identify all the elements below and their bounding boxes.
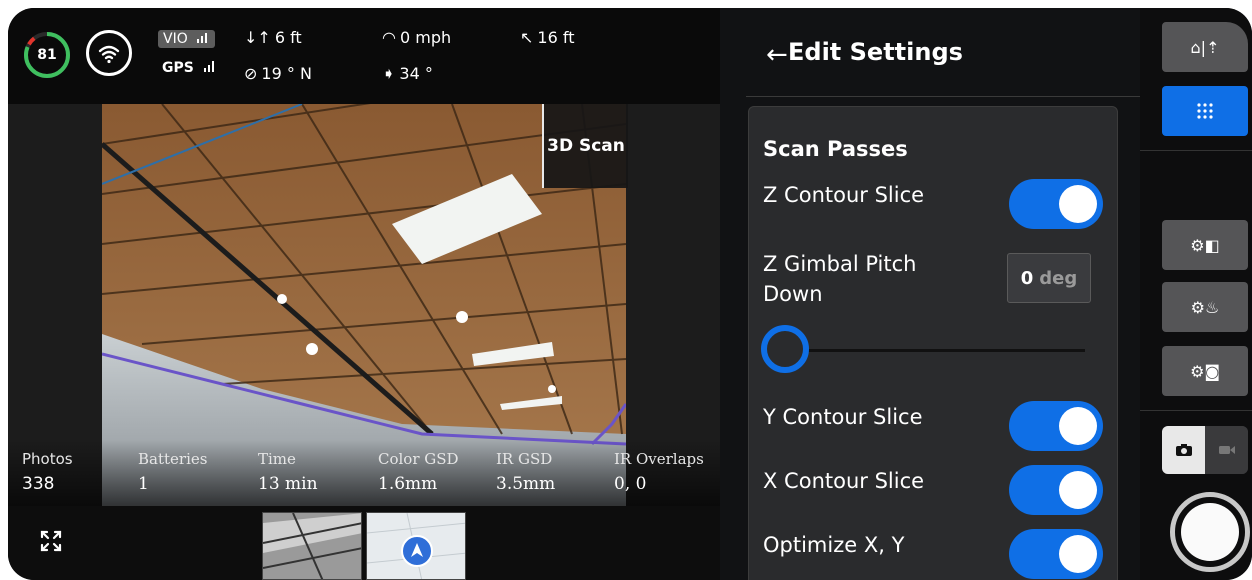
shutter-inner [1181, 503, 1239, 561]
stat-label: Batteries [138, 450, 208, 468]
z-gimbal-label: Z Gimbal Pitch Down [763, 249, 916, 309]
z-gimbal-label-line2: Down [763, 282, 823, 306]
divider [746, 96, 1140, 97]
z-gimbal-value-field[interactable]: 0 deg [1007, 253, 1091, 303]
stat-label: Time [258, 450, 296, 468]
stat-ir-gsd: IR GSD 3.5mm [496, 440, 555, 494]
fire-settings-icon: ⚙♨ [1190, 297, 1220, 317]
z-gimbal-slider-handle[interactable] [761, 325, 809, 373]
stat-value: 1.6mm [378, 474, 438, 494]
camera-view[interactable]: 3D Scan Photos 338 Batteries 1 Time 13 m… [8, 104, 720, 506]
scan-mode-badge: 3D Scan [542, 104, 628, 188]
speed-value: 0 mph [399, 28, 452, 47]
toggle-knob [1059, 535, 1097, 573]
z-contour-label: Z Contour Slice [763, 183, 925, 207]
stat-value: 0, 0 [614, 474, 647, 494]
altitude-readout: ↓↑ 6 ft [244, 28, 302, 47]
camera-thumbnail[interactable] [262, 512, 362, 580]
stat-time: Time 13 min [258, 440, 318, 494]
grid-menu-icon [1197, 103, 1213, 119]
stat-value: 338 [22, 474, 55, 494]
bottom-bar [8, 506, 720, 580]
section-title: Scan Passes [763, 137, 908, 161]
video-mode-icon [1218, 446, 1235, 454]
y-contour-label: Y Contour Slice [763, 405, 923, 429]
photo-mode-icon [1175, 444, 1192, 456]
map-thumbnail[interactable] [366, 512, 466, 580]
distance-value: 16 ft [537, 28, 575, 47]
toggle-knob [1059, 407, 1097, 445]
toggle-knob [1059, 185, 1097, 223]
map-settings-button[interactable]: ⚙◧ [1162, 220, 1248, 270]
stat-batteries: Batteries 1 [138, 440, 207, 494]
video-mode-button[interactable] [1205, 426, 1248, 474]
home-altitude-icon: ⌂|⇡ [1190, 37, 1220, 57]
mission-stats: Photos 338 Batteries 1 Time 13 min Color… [8, 440, 720, 506]
back-arrow-icon[interactable]: ← [766, 40, 788, 70]
gimbal-camera-icon: ➧ [382, 64, 396, 83]
stat-value: 1 [138, 474, 149, 494]
photo-mode-button[interactable] [1162, 426, 1205, 474]
stat-value: 13 min [258, 474, 318, 494]
camera-settings-icon: ⚙◙ [1190, 361, 1220, 381]
vio-label: VIO [163, 31, 188, 47]
panel-title: Edit Settings [788, 38, 963, 66]
speed-readout: ◠ 0 mph [382, 28, 451, 47]
right-rail: ⌂|⇡ ⚙◧ ⚙♨ ⚙◙ [1140, 8, 1252, 580]
home-altitude-button[interactable]: ⌂|⇡ [1162, 22, 1248, 72]
gps-indicator: GPS [162, 60, 217, 76]
stat-label: Photos [22, 450, 73, 468]
speedometer-icon: ◠ [382, 28, 396, 47]
z-gimbal-label-line1: Z Gimbal Pitch [763, 252, 917, 276]
y-contour-toggle[interactable] [1009, 401, 1103, 451]
vio-indicator: VIO [158, 30, 216, 48]
z-gimbal-value: 0 [1020, 267, 1034, 289]
gimbal-readout: ➧ 34 ° [382, 64, 433, 83]
app-frame: 81 VIO GPS ↓↑ 6 ft ⊘ 19 ° N ◠ 0 mph ➧ 34… [8, 8, 1252, 580]
optimize-label: Optimize X, Y [763, 533, 905, 557]
compass-icon: ⊘ [244, 64, 258, 83]
gps-signal-icon [203, 61, 214, 72]
gimbal-value: 34 ° [399, 64, 433, 83]
toggle-knob [1059, 471, 1097, 509]
pilot-distance-icon: ↖ [520, 28, 534, 47]
altitude-arrows-icon: ↓↑ [244, 28, 271, 47]
settings-panel: ← Edit Settings Scan Passes Z Contour Sl… [720, 8, 1140, 580]
stat-value: 3.5mm [496, 474, 556, 494]
x-contour-label: X Contour Slice [763, 469, 925, 493]
rail-divider [1140, 410, 1252, 411]
stat-photos: Photos 338 [22, 440, 73, 494]
z-gimbal-unit: deg [1039, 267, 1078, 289]
stat-ir-overlaps: IR Overlaps 0, 0 [614, 440, 704, 494]
distance-readout: ↖ 16 ft [520, 28, 574, 47]
wifi-signal-icon[interactable] [86, 30, 132, 76]
stat-color-gsd: Color GSD 1.6mm [378, 440, 459, 494]
heading-readout: ⊘ 19 ° N [244, 64, 312, 83]
stat-label: IR Overlaps [614, 450, 704, 468]
map-settings-icon: ⚙◧ [1190, 235, 1220, 255]
scan-passes-card: Scan Passes Z Contour Slice Z Gimbal Pit… [748, 106, 1118, 580]
z-contour-toggle[interactable] [1009, 179, 1103, 229]
battery-percent: 81 [37, 47, 57, 63]
camera-settings-button[interactable]: ⚙◙ [1162, 346, 1248, 396]
grid-menu-button[interactable] [1162, 86, 1248, 136]
gps-label: GPS [162, 60, 194, 76]
expand-icon[interactable] [38, 528, 64, 554]
stat-label: Color GSD [378, 450, 459, 468]
altitude-value: 6 ft [274, 28, 302, 47]
heading-value: 19 ° N [261, 64, 312, 83]
shutter-button[interactable] [1170, 492, 1250, 572]
rail-divider [1140, 150, 1252, 151]
z-gimbal-slider-track[interactable] [785, 349, 1085, 352]
capture-mode-toggle [1162, 426, 1248, 474]
x-contour-toggle[interactable] [1009, 465, 1103, 515]
fire-settings-button[interactable]: ⚙♨ [1162, 282, 1248, 332]
telemetry-bar: 81 VIO GPS ↓↑ 6 ft ⊘ 19 ° N ◠ 0 mph ➧ 34… [8, 8, 720, 104]
stat-label: IR GSD [496, 450, 553, 468]
optimize-toggle[interactable] [1009, 529, 1103, 579]
vio-signal-icon [197, 33, 208, 43]
